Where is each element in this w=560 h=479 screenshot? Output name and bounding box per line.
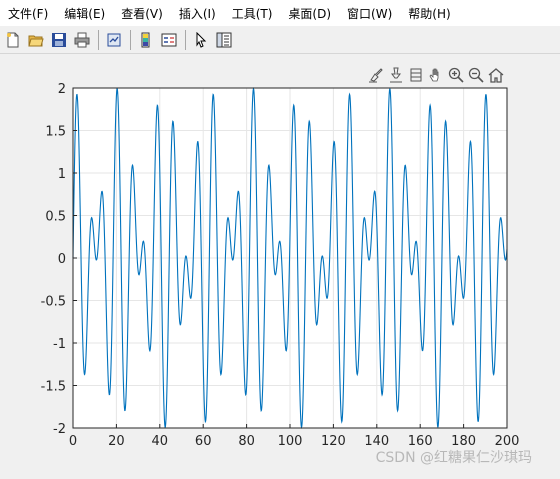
plot-axes[interactable]: 0 20 40 60 80 100 120 140 160 180 200 21.510.50-0.… xyxy=(0,0,560,475)
y-tick-label: 0 xyxy=(58,252,66,267)
y-tick-label: -2 xyxy=(53,422,66,437)
y-tick-label: 1.5 xyxy=(45,125,66,140)
y-tick-label: -1.5 xyxy=(41,380,66,395)
y-tick-label: 1 xyxy=(58,167,66,182)
y-tick-label: -1 xyxy=(53,337,66,352)
y-axis: 2 1.5 1 0.5 0 -0.5 -1 -1.5 -2 xyxy=(41,82,77,437)
x-tick-label: 60 xyxy=(195,434,212,449)
x-tick-label: 80 xyxy=(238,434,255,449)
x-tick-label: 0 xyxy=(69,434,77,449)
x-tick-label: 100 xyxy=(278,434,303,449)
y-tick-label: 2 xyxy=(58,82,66,97)
y-tick-label: -0.5 xyxy=(41,295,66,310)
x-tick-label: 40 xyxy=(152,434,169,449)
x-tick-label: 20 xyxy=(108,434,125,449)
x-tick-label: 120 xyxy=(321,434,346,449)
y-tick-label: 0.5 xyxy=(45,210,66,225)
figure-canvas: 0 20 40 60 80 100 120 140 160 180 200 2 1.5 1 0.5 0 -0.… xyxy=(0,0,560,479)
watermark-text: CSDN @红糖果仁沙琪玛 xyxy=(375,450,532,466)
